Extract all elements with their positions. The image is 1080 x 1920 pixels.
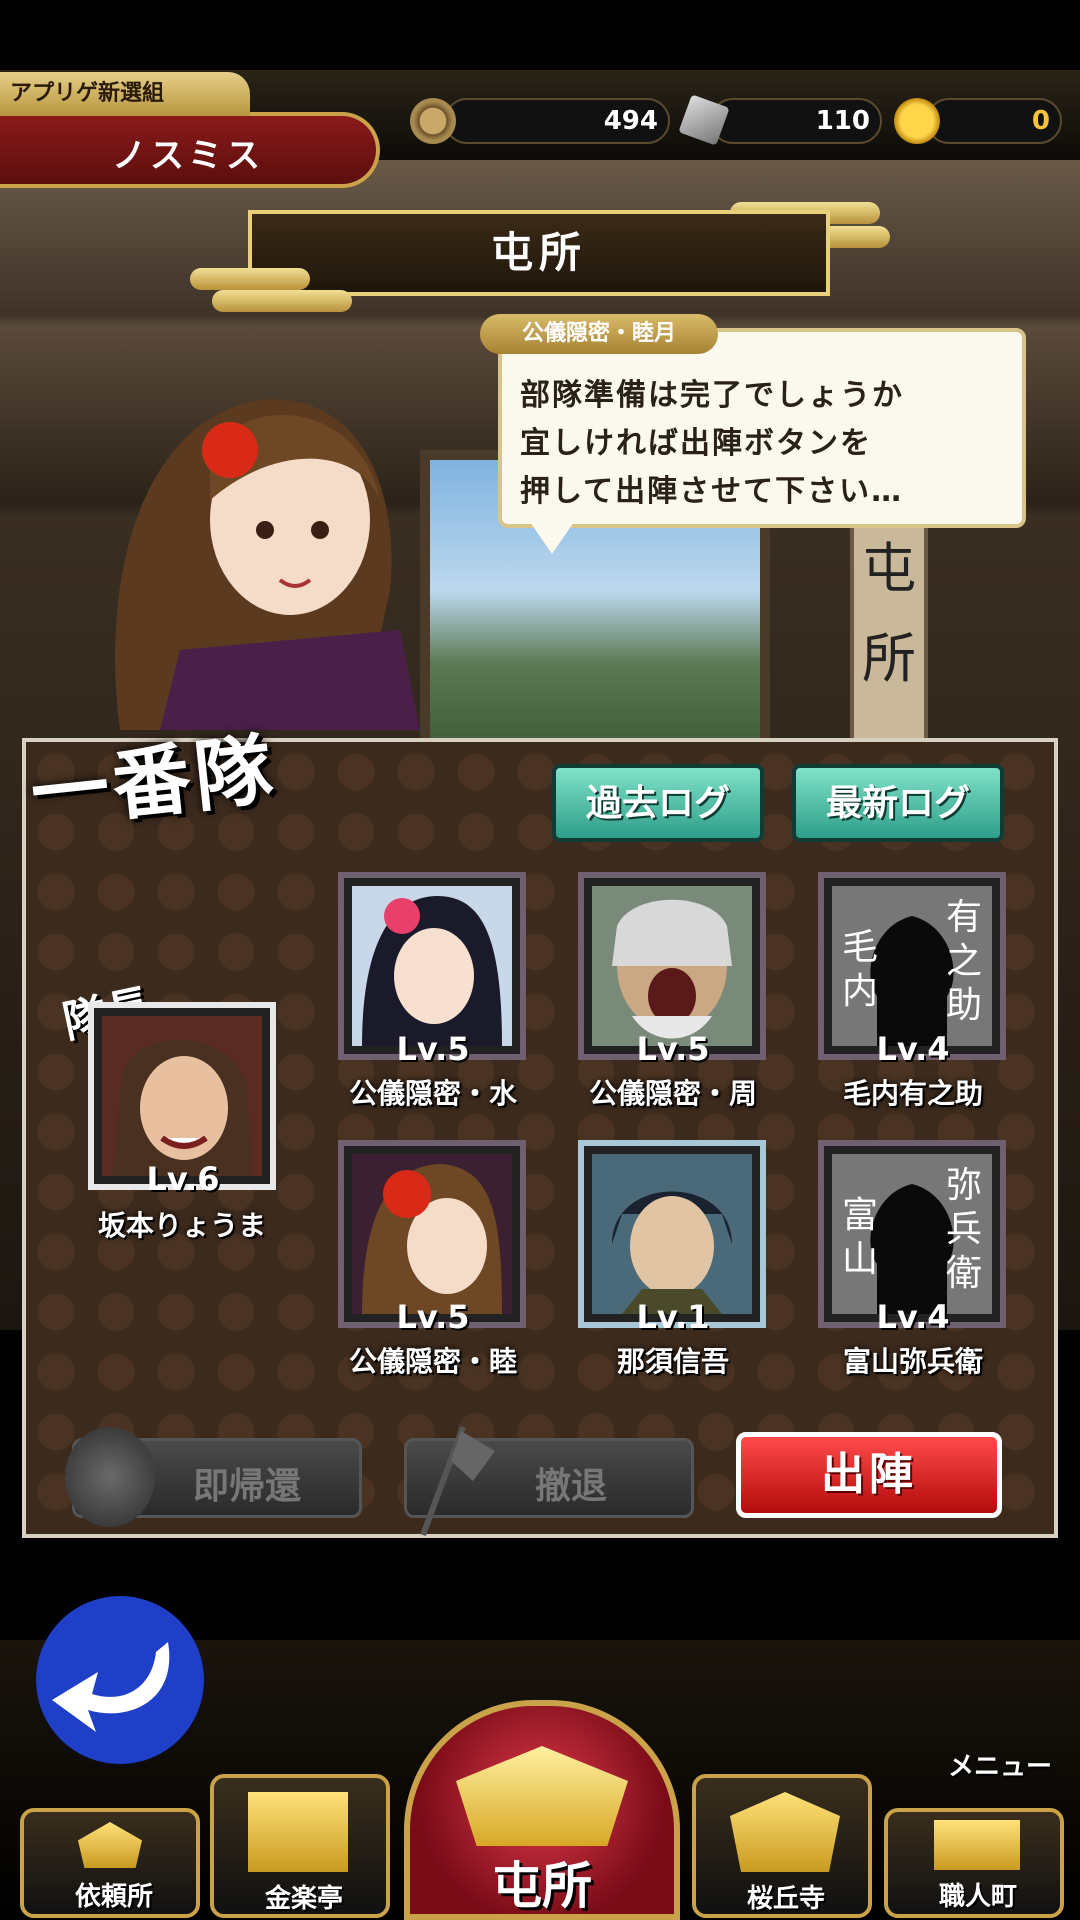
member-portrait-5 <box>592 1154 752 1314</box>
menu-button[interactable]: メニュー <box>948 1746 1052 1783</box>
past-log-label: 過去ログ <box>585 782 730 824</box>
silhouette-char: 有 <box>945 897 982 938</box>
nav-label: 屯所 <box>492 1857 592 1915</box>
silhouette-char: 毛 <box>841 927 878 968</box>
back-arrow-icon <box>36 1596 204 1764</box>
member-portrait-4 <box>352 1154 512 1314</box>
silhouette-char: 之 <box>945 941 982 982</box>
clan-name: アプリゲ新選組 <box>0 72 250 116</box>
sign-char-2: 所 <box>862 627 916 690</box>
nav-kinrakutei[interactable]: 金楽亭 <box>210 1774 390 1918</box>
silhouette-char: 兵 <box>945 1209 982 1250</box>
sortie-button[interactable]: 出陣 <box>736 1432 1002 1518</box>
nav-label: 桜丘寺 <box>746 1884 825 1914</box>
resource-scroll: 110 <box>710 98 882 144</box>
leader-portrait <box>102 1016 262 1176</box>
leader-name: 坂本りょうま <box>97 1209 266 1242</box>
player-banner[interactable]: ノスミス <box>0 112 380 188</box>
latest-log-button[interactable]: 最新ログ <box>792 764 1004 842</box>
member-level-3: Lv.4 <box>876 1030 950 1068</box>
member-name-4: 公儀隠密・睦 <box>348 1345 517 1378</box>
character-illustration <box>115 399 420 730</box>
member-level-1: Lv.5 <box>396 1030 470 1068</box>
white-flag-icon <box>420 1425 495 1537</box>
screen-title: 屯所 <box>248 210 830 296</box>
sortie-label: 出陣 <box>821 1449 917 1500</box>
member-name-6: 富山弥兵衛 <box>842 1345 983 1378</box>
back-button[interactable] <box>28 1592 212 1768</box>
barracks-icon <box>456 1746 628 1846</box>
silhouette-char: 衛 <box>945 1253 982 1294</box>
speech-bubble-tail <box>530 522 574 554</box>
retreat-label: 撤退 <box>535 1466 608 1507</box>
coin-icon <box>410 98 456 144</box>
gold-icon <box>894 98 940 144</box>
latest-log-label: 最新ログ <box>825 782 970 824</box>
temple-icon <box>730 1792 840 1872</box>
silhouette-char: 山 <box>841 1239 878 1280</box>
silhouette-char: 弥 <box>945 1165 982 1206</box>
resource-gold: 0 <box>926 98 1062 144</box>
silhouette-char: 内 <box>841 971 878 1012</box>
nav-label: 金楽亭 <box>264 1884 343 1914</box>
cloud-ornament <box>190 268 310 290</box>
nav-request-office[interactable]: 依頼所 <box>20 1808 200 1918</box>
building-icon <box>78 1822 142 1868</box>
leader-level: Lv.6 <box>146 1160 220 1198</box>
cloud-ornament <box>212 290 352 312</box>
resource-coin-value: 494 <box>603 106 658 136</box>
workshop-icon <box>934 1820 1020 1870</box>
resource-coin: 494 <box>444 98 670 144</box>
speaker-name: 公儀隠密・睦月 <box>480 314 718 354</box>
member-name-2: 公儀隠密・周 <box>588 1077 757 1110</box>
resource-gold-value: 0 <box>1031 106 1050 136</box>
speech-line-2: 宜しければ出陣ボタンを <box>520 426 872 461</box>
member-portrait-2 <box>592 886 752 1046</box>
member-level-6: Lv.4 <box>876 1298 950 1336</box>
player-name: ノスミス <box>112 136 264 176</box>
member-level-2: Lv.5 <box>636 1030 710 1068</box>
member-level-5: Lv.1 <box>636 1298 710 1336</box>
speech-line-1: 部隊準備は完了でしょうか <box>520 378 904 413</box>
door-icon <box>248 1792 348 1872</box>
silhouette-char: 富 <box>841 1195 878 1236</box>
return-button[interactable]: 即帰還 <box>65 1427 362 1527</box>
sign-char-1: 屯 <box>862 537 916 600</box>
nav-label: 依頼所 <box>74 1882 153 1912</box>
speech-line-3: 押して出陣させて下さい… <box>520 474 904 509</box>
nav-label: 職人町 <box>938 1882 1017 1912</box>
member-portrait-1 <box>352 886 512 1046</box>
member-name-1: 公儀隠密・水 <box>348 1077 517 1110</box>
nav-sakuragaoka-temple[interactable]: 桜丘寺 <box>692 1774 872 1918</box>
member-name-3: 毛内有之助 <box>842 1077 983 1110</box>
member-level-4: Lv.5 <box>396 1298 470 1336</box>
retreat-button[interactable]: 撤退 <box>404 1425 694 1537</box>
shell-icon <box>65 1427 155 1527</box>
resource-scroll-value: 110 <box>815 106 870 136</box>
return-label: 即帰還 <box>193 1466 302 1507</box>
nav-craftsman-town[interactable]: 職人町 <box>884 1808 1064 1918</box>
past-log-button[interactable]: 過去ログ <box>552 764 764 842</box>
screen-title-text: 屯所 <box>490 228 587 277</box>
silhouette-char: 助 <box>945 985 982 1026</box>
wooden-sign: 屯 所 <box>850 520 928 748</box>
member-name-5: 那須信吾 <box>616 1345 729 1378</box>
